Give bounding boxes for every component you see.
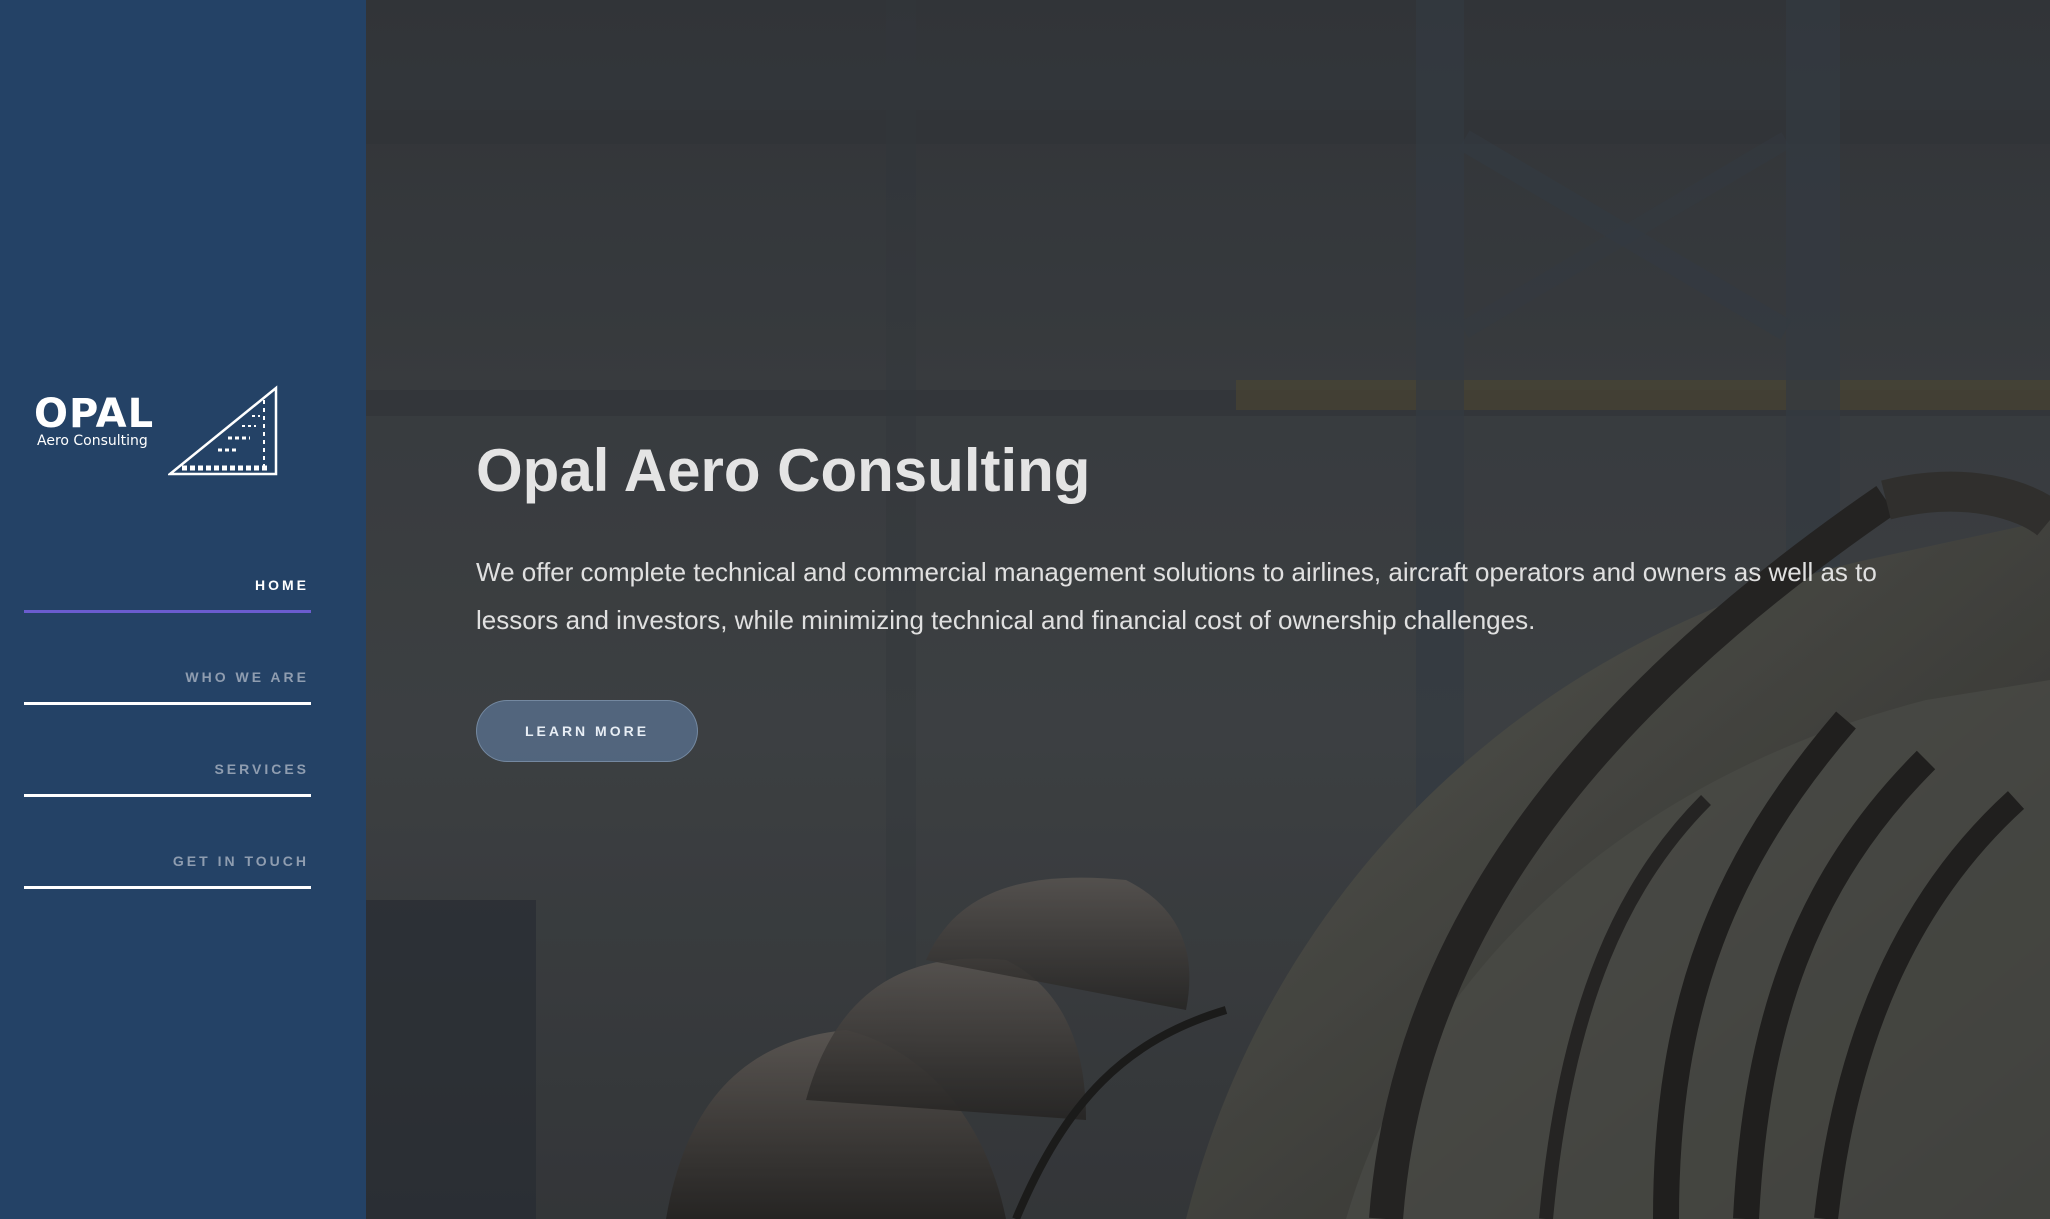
nav-item-who-we-are[interactable]: WHO WE ARE [24, 652, 311, 744]
hero-section: Opal Aero Consulting We offer complete t… [366, 0, 2050, 1219]
nav-underline-active [24, 610, 311, 613]
nav-underline [24, 794, 311, 797]
nav-item-label: GET IN TOUCH [172, 853, 309, 869]
hero-title: Opal Aero Consulting [476, 437, 1091, 504]
learn-more-button[interactable]: LEARN MORE [476, 700, 698, 762]
nav-underline [24, 702, 311, 705]
nav-item-get-in-touch[interactable]: GET IN TOUCH [24, 836, 311, 928]
runway-triangle-icon [168, 385, 278, 476]
nav-underline [24, 886, 311, 889]
sidebar: OPAL Aero Consulting HOME WHO WE ARE SER… [0, 0, 366, 1219]
nav-item-label: SERVICES [214, 761, 309, 777]
site-logo[interactable]: OPAL Aero Consulting [34, 382, 284, 482]
nav-item-label: WHO WE ARE [185, 669, 309, 685]
logo-tagline: Aero Consulting [37, 433, 148, 449]
hero-description: We offer complete technical and commerci… [476, 557, 1877, 635]
main-nav: HOME WHO WE ARE SERVICES GET IN TOUCH [24, 560, 311, 928]
nav-item-services[interactable]: SERVICES [24, 744, 311, 836]
nav-item-label: HOME [255, 577, 309, 593]
nav-item-home[interactable]: HOME [24, 560, 311, 652]
logo-wordmark: OPAL [34, 391, 155, 437]
